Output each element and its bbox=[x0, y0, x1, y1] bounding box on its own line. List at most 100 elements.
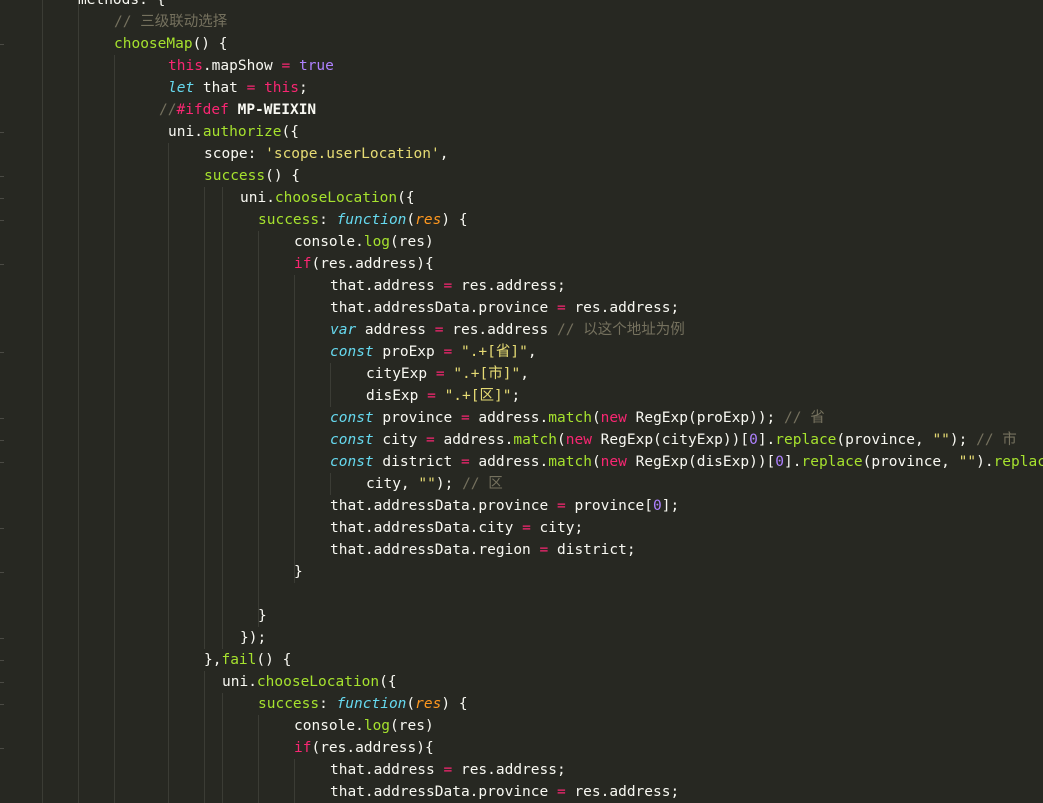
code-token: = bbox=[522, 520, 531, 536]
code-token: authorize bbox=[202, 124, 282, 140]
code-line[interactable]: //#ifdef MP-WEIXIN bbox=[0, 99, 1043, 121]
code-line[interactable]: if(res.address){ bbox=[0, 737, 1043, 759]
code-token: = bbox=[460, 410, 470, 426]
code-line[interactable]: }); bbox=[0, 627, 1043, 649]
code-token: ) { bbox=[441, 696, 468, 712]
code-token: replace bbox=[775, 432, 837, 448]
code-token: // bbox=[159, 102, 177, 118]
code-token: city bbox=[373, 432, 427, 448]
code-token: res.address bbox=[443, 322, 558, 338]
code-token: new bbox=[565, 432, 592, 448]
code-token: city, bbox=[366, 476, 419, 492]
code-line[interactable]: const proExp = ".+[省]", bbox=[0, 341, 1043, 363]
code-editor[interactable]: methods: { // 三级联动选择 chooseMap() {this.map… bbox=[0, 0, 1043, 803]
code-token: var bbox=[330, 322, 357, 338]
code-line[interactable] bbox=[0, 583, 1043, 605]
code-line[interactable]: // 三级联动选择 bbox=[0, 11, 1043, 33]
code-line[interactable]: const city = address.match(new RegExp(ci… bbox=[0, 429, 1043, 451]
code-token: match bbox=[548, 454, 592, 470]
code-token: RegExp(disExp))[ bbox=[626, 454, 776, 470]
code-token: #ifdef bbox=[176, 102, 229, 118]
code-line[interactable]: this.mapShow = true bbox=[0, 55, 1043, 77]
code-token: (res.address){ bbox=[311, 740, 434, 756]
code-token: ( bbox=[406, 696, 416, 712]
code-token: district; bbox=[548, 542, 636, 558]
code-token: = bbox=[427, 388, 436, 404]
code-token: console. bbox=[294, 234, 364, 250]
code-line[interactable]: console.log(res) bbox=[0, 715, 1043, 737]
code-token: address bbox=[356, 322, 435, 338]
code-token: log bbox=[363, 234, 391, 250]
code-token: methods: { bbox=[78, 0, 166, 8]
code-line[interactable]: success: function(res) { bbox=[0, 693, 1043, 715]
code-line[interactable]: console.log(res) bbox=[0, 231, 1043, 253]
code-line[interactable]: uni.chooseLocation({ bbox=[0, 671, 1043, 693]
code-token: uni. bbox=[240, 190, 275, 206]
code-line[interactable]: } bbox=[0, 561, 1043, 583]
code-token: ({ bbox=[379, 674, 397, 690]
code-token: ( bbox=[557, 432, 566, 448]
code-token: (province, bbox=[862, 454, 959, 470]
code-token: replace bbox=[801, 454, 863, 470]
code-token: ( bbox=[591, 410, 601, 426]
code-line[interactable]: let that = this; bbox=[0, 77, 1043, 99]
code-line[interactable]: that.addressData.region = district; bbox=[0, 539, 1043, 561]
code-token: } bbox=[294, 564, 303, 580]
code-token: RegExp(proExp)); bbox=[626, 410, 785, 426]
code-token: (res) bbox=[390, 718, 434, 734]
code-line[interactable]: },fail() { bbox=[0, 649, 1043, 671]
code-token: "" bbox=[932, 432, 950, 448]
code-line[interactable]: uni.chooseLocation({ bbox=[0, 187, 1043, 209]
code-token: : bbox=[319, 696, 337, 712]
code-token: chooseLocation bbox=[274, 190, 398, 206]
code-line[interactable]: disExp = ".+[区]"; bbox=[0, 385, 1043, 407]
code-line[interactable]: scope: 'scope.userLocation', bbox=[0, 143, 1043, 165]
code-token: true bbox=[298, 58, 334, 74]
code-token: res bbox=[415, 212, 442, 228]
code-line[interactable]: that.addressData.province = province[0]; bbox=[0, 495, 1043, 517]
code-line[interactable]: methods: { bbox=[0, 0, 1043, 11]
code-line[interactable]: city, ""); // 区 bbox=[0, 473, 1043, 495]
code-token: (province, bbox=[836, 432, 933, 448]
code-line[interactable]: that.addressData.province = res.address; bbox=[0, 297, 1043, 319]
code-line[interactable]: const district = address.match(new RegEx… bbox=[0, 451, 1043, 473]
code-line[interactable]: that.address = res.address; bbox=[0, 275, 1043, 297]
code-token: success bbox=[204, 168, 266, 184]
code-token: ) { bbox=[441, 212, 468, 228]
code-token: this bbox=[264, 80, 299, 96]
code-line[interactable]: var address = res.address // 以这个地址为例 bbox=[0, 319, 1043, 341]
code-token: ); bbox=[435, 476, 463, 492]
code-token: // 以这个地址为例 bbox=[557, 322, 685, 338]
code-token: new bbox=[600, 410, 627, 426]
code-line[interactable]: that.addressData.province = res.address; bbox=[0, 781, 1043, 803]
code-token: success bbox=[258, 696, 320, 712]
code-token: 0 bbox=[775, 454, 785, 470]
code-token: // 市 bbox=[976, 432, 1017, 448]
code-line[interactable]: chooseMap() { bbox=[0, 33, 1043, 55]
code-token: that.addressData.province bbox=[330, 498, 557, 514]
code-token: "" bbox=[418, 476, 436, 492]
code-line[interactable]: that.addressData.city = city; bbox=[0, 517, 1043, 539]
code-line[interactable]: if(res.address){ bbox=[0, 253, 1043, 275]
code-line[interactable]: success: function(res) { bbox=[0, 209, 1043, 231]
code-line[interactable]: success() { bbox=[0, 165, 1043, 187]
code-line[interactable]: uni.authorize({ bbox=[0, 121, 1043, 143]
code-token: ); bbox=[949, 432, 977, 448]
code-token: city; bbox=[530, 520, 584, 536]
code-line[interactable]: } bbox=[0, 605, 1043, 627]
code-token: res.address; bbox=[452, 762, 566, 778]
code-token: ; bbox=[511, 388, 521, 404]
code-line[interactable]: cityExp = ".+[市]", bbox=[0, 363, 1043, 385]
code-token: res bbox=[415, 696, 442, 712]
code-token: ]. bbox=[757, 432, 776, 448]
code-token: ".+[市]" bbox=[453, 366, 521, 382]
code-token: this bbox=[168, 58, 203, 74]
code-line[interactable]: that.address = res.address; bbox=[0, 759, 1043, 781]
code-token: RegExp(cityExp))[ bbox=[591, 432, 750, 448]
code-token: 0 bbox=[653, 498, 662, 514]
code-lines: methods: { // 三级联动选择 chooseMap() {this.map… bbox=[0, 0, 1043, 803]
code-token: scope: bbox=[204, 146, 266, 162]
code-line[interactable]: const province = address.match(new RegEx… bbox=[0, 407, 1043, 429]
